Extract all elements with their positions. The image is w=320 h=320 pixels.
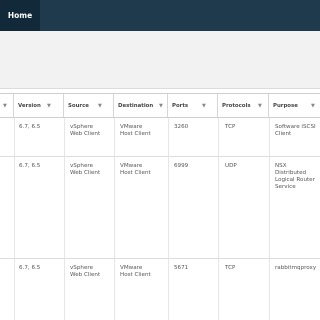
cell-protocols: UDP xyxy=(225,163,237,169)
header-source[interactable]: Source ▼ xyxy=(64,94,114,117)
cell-destination: VMware Host Client xyxy=(120,265,151,278)
table-row[interactable]: 6.7, 6.5 vSphere Web Client VMware Host … xyxy=(0,157,320,259)
header-label: Ports xyxy=(172,102,189,109)
cell-version: 6.7, 6.5 xyxy=(19,124,41,130)
cell-protocols: TCP xyxy=(225,265,236,271)
top-navigation-bar: Home xyxy=(0,0,320,31)
header-protocols[interactable]: Protocols ▼ xyxy=(218,94,269,117)
filter-icon[interactable]: ▼ xyxy=(202,103,206,109)
filter-icon[interactable]: ▼ xyxy=(3,103,7,109)
cell-ports: 5671 xyxy=(174,265,189,271)
page-header-area xyxy=(0,31,320,89)
filter-icon[interactable]: ▼ xyxy=(98,103,102,109)
cell-source: vSphere Web Client xyxy=(70,124,101,137)
filter-icon[interactable]: ▼ xyxy=(47,103,51,109)
cell-destination: VMware Host Client xyxy=(120,163,151,176)
cell-purpose: rabbitmqproxy xyxy=(275,265,317,271)
cell-purpose: Software iSCSI Client xyxy=(275,124,316,137)
cell-destination: VMware Host Client xyxy=(120,124,151,137)
filter-icon[interactable]: ▼ xyxy=(311,103,315,109)
ports-table: ▼ Version ▼ Source ▼ Destination ▼ Ports… xyxy=(0,93,320,320)
filter-icon[interactable]: ▼ xyxy=(258,103,262,109)
cell-purpose: NSX Distributed Logical Router Service xyxy=(275,163,315,190)
header-col-0[interactable]: ▼ xyxy=(0,94,14,117)
cell-version: 6.7, 6.5 xyxy=(19,163,41,169)
header-label: Source xyxy=(68,102,89,109)
header-version[interactable]: Version ▼ xyxy=(14,94,64,117)
cell-ports: 6999 xyxy=(174,163,189,169)
cell-protocols: TCP xyxy=(225,124,236,130)
header-destination[interactable]: Destination ▼ xyxy=(114,94,168,117)
header-label: Destination xyxy=(118,102,154,109)
table-header: ▼ Version ▼ Source ▼ Destination ▼ Ports… xyxy=(0,93,320,118)
filter-icon[interactable]: ▼ xyxy=(159,103,163,109)
header-label: Version xyxy=(18,102,41,109)
header-label: Protocols xyxy=(222,102,251,109)
table-row[interactable]: 6.7, 6.5 vSphere Web Client VMware Host … xyxy=(0,118,320,157)
header-ports[interactable]: Ports ▼ xyxy=(168,94,218,117)
cell-version: 6.7, 6.5 xyxy=(19,265,41,271)
header-purpose[interactable]: Purpose ▼ xyxy=(269,94,320,117)
cell-source: vSphere Web Client xyxy=(70,265,101,278)
home-tab[interactable]: Home xyxy=(0,0,40,31)
table-row[interactable]: 6.7, 6.5 vSphere Web Client VMware Host … xyxy=(0,259,320,320)
cell-source: vSphere Web Client xyxy=(70,163,101,176)
header-label: Purpose xyxy=(273,102,298,109)
cell-ports: 3260 xyxy=(174,124,189,130)
